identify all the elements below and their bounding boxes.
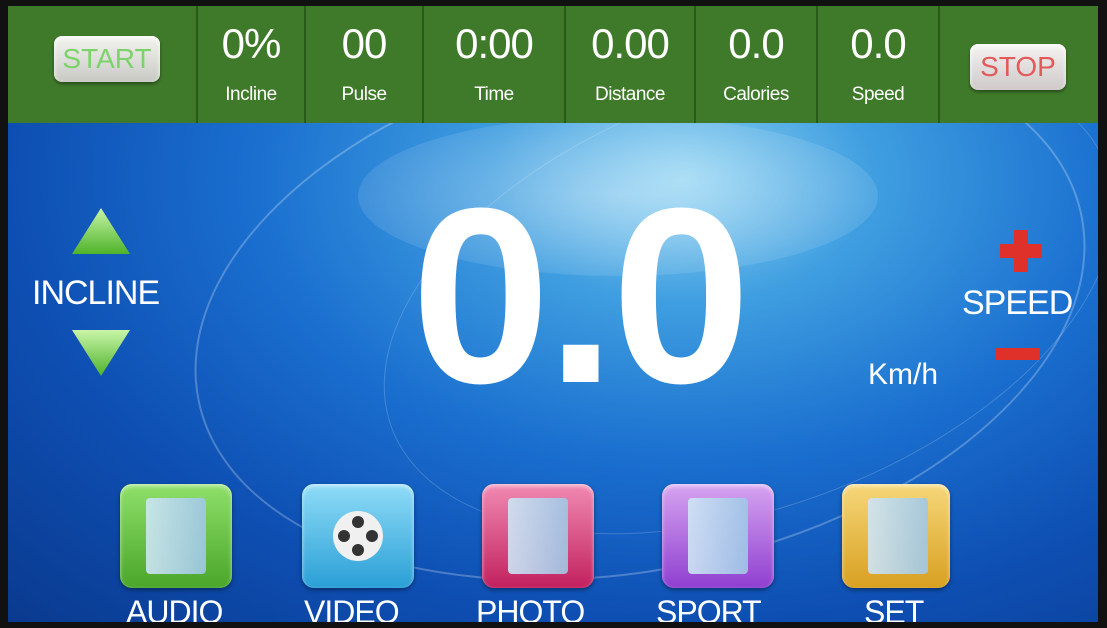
speed-plus-icon[interactable] [998, 228, 1044, 274]
metric-pulse: 00 Pulse [306, 6, 424, 123]
set-app-label[interactable]: SET [864, 594, 924, 622]
speed-unit-label: Km/h [868, 358, 939, 391]
speed-value: 0.0 [850, 20, 906, 67]
incline-label: Incline [225, 84, 277, 105]
start-cell: START [8, 6, 198, 123]
video-reel-icon [333, 511, 383, 561]
set-app-icon[interactable] [842, 484, 950, 588]
metric-incline: 0% Incline [198, 6, 306, 123]
metric-calories: 0.0 Calories [696, 6, 818, 123]
stop-button[interactable]: STOP [970, 44, 1066, 90]
pulse-value: 00 [341, 20, 388, 67]
audio-app-label[interactable]: AUDIO [126, 594, 223, 622]
treadmill-screen: START 0% Incline 00 Pulse 0:00 Time 0.00… [8, 6, 1098, 622]
incline-down-icon[interactable] [70, 326, 132, 378]
calories-value: 0.0 [728, 20, 784, 67]
metric-distance: 0.00 Distance [566, 6, 696, 123]
pulse-label: Pulse [341, 84, 387, 105]
incline-control-label: INCLINE [32, 274, 160, 312]
audio-folder-icon [146, 498, 206, 574]
sport-app-icon[interactable] [662, 484, 774, 588]
metric-time: 0:00 Time [424, 6, 566, 123]
distance-value: 0.00 [591, 20, 670, 67]
start-button[interactable]: START [54, 36, 160, 82]
time-value: 0:00 [455, 20, 534, 67]
settings-folder-icon [868, 498, 928, 574]
sport-app-label[interactable]: SPORT [656, 594, 762, 622]
incline-value: 0% [221, 20, 282, 67]
speed-control-label: SPEED [962, 284, 1073, 322]
audio-app-icon[interactable] [120, 484, 232, 588]
metric-speed: 0.0 Speed [818, 6, 940, 123]
photo-app-label[interactable]: PHOTO [476, 594, 585, 622]
speed-label: Speed [851, 84, 905, 105]
current-speed-display: 0.0 [411, 156, 751, 435]
distance-label: Distance [595, 84, 665, 105]
video-app-icon[interactable] [302, 484, 414, 588]
photo-folder-icon [508, 498, 568, 574]
top-status-bar: START 0% Incline 00 Pulse 0:00 Time 0.00… [8, 6, 1098, 123]
time-label: Time [474, 84, 514, 105]
photo-app-icon[interactable] [482, 484, 594, 588]
sport-folder-icon [688, 498, 748, 574]
speed-minus-icon[interactable] [994, 344, 1042, 364]
incline-up-icon[interactable] [70, 206, 132, 256]
stop-cell: STOP [940, 6, 1098, 123]
calories-label: Calories [723, 84, 789, 105]
video-app-label[interactable]: VIDEO [304, 594, 400, 622]
